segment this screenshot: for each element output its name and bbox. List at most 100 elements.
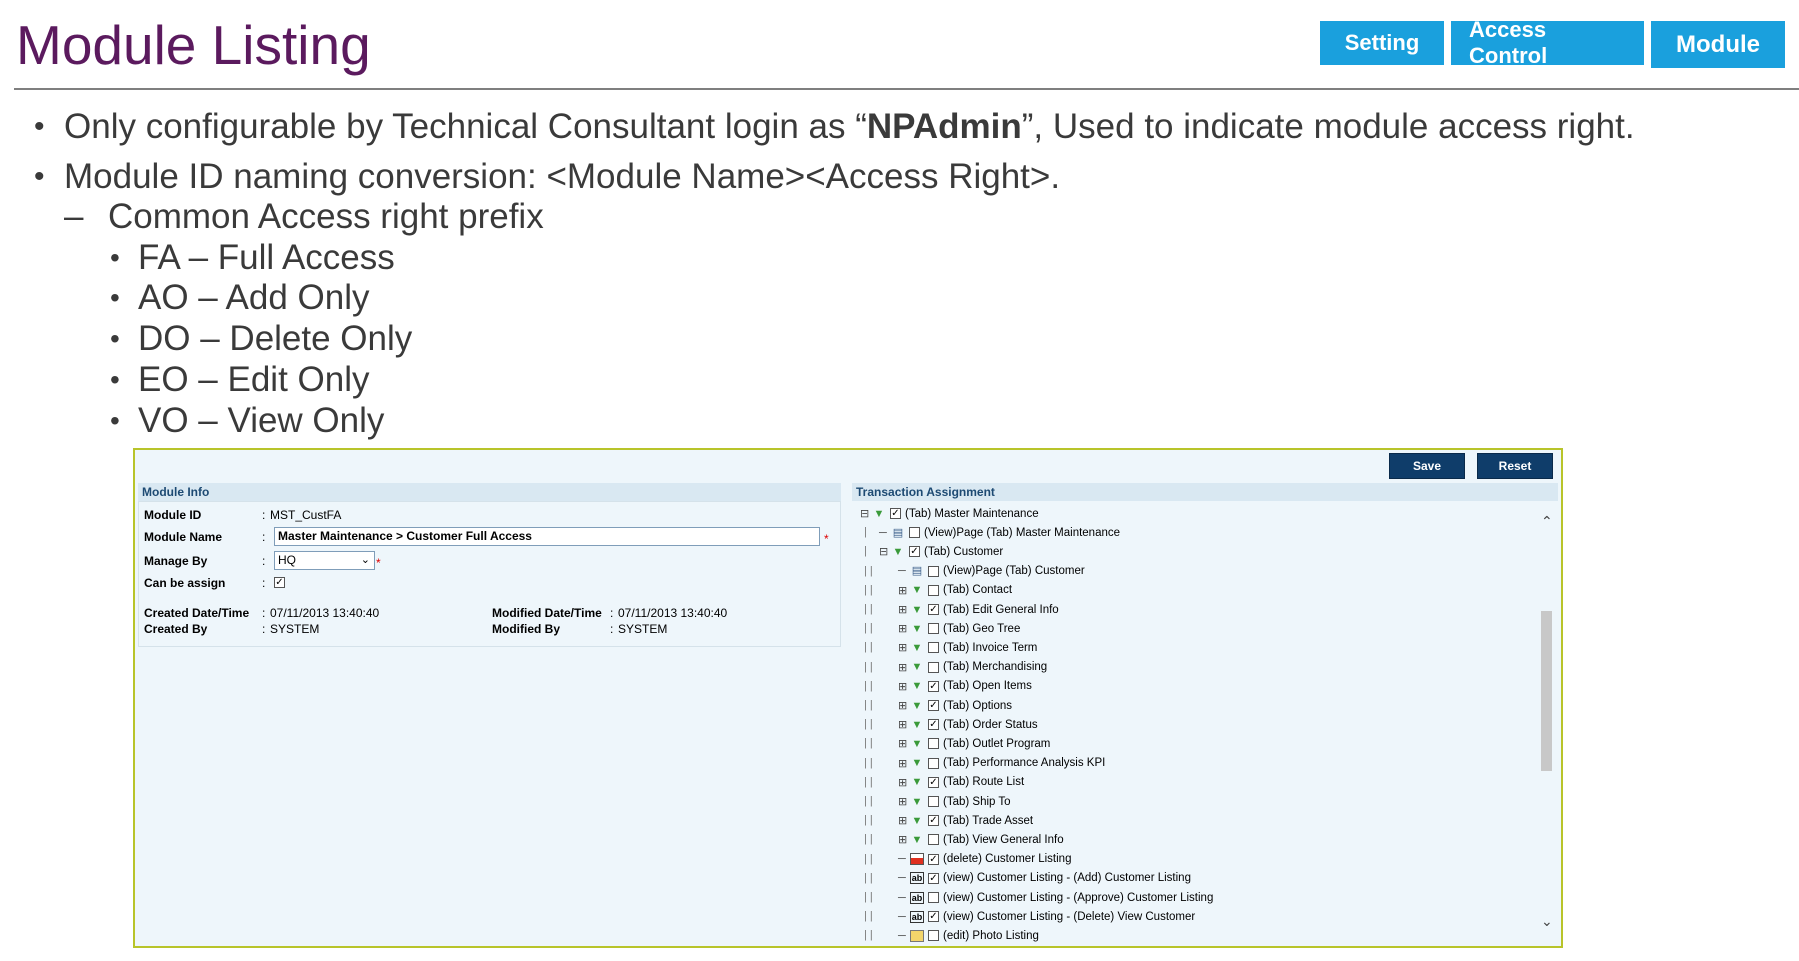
tree-node[interactable]: ⊞ ▼ ✓ (Tab) Route List bbox=[898, 773, 1024, 792]
tree-node[interactable]: ⊟ ▼ ✓ (Tab) Customer bbox=[879, 542, 1003, 561]
module-name-input[interactable]: Master Maintenance > Customer Full Acces… bbox=[274, 527, 820, 546]
node-checkbox[interactable] bbox=[928, 796, 939, 807]
can-be-assign-checkbox[interactable]: ✓ bbox=[274, 577, 285, 588]
expand-toggle-icon[interactable]: ⊞ bbox=[898, 814, 908, 827]
modified-date-label: Modified Date/Time bbox=[492, 606, 602, 620]
tree-guide-line: | | bbox=[864, 871, 873, 884]
module-screen: Save Reset Module Info Transaction Assig… bbox=[133, 448, 1563, 948]
tree-line-icon: ─ bbox=[898, 929, 906, 942]
expand-toggle-icon[interactable]: ⊞ bbox=[898, 622, 908, 635]
tree-node[interactable]: ─ ▤ (View)Page (Tab) Customer bbox=[898, 562, 1085, 581]
tree-node[interactable]: ⊞ ▼ (Tab) View General Info bbox=[898, 830, 1064, 849]
tree-scrollbar[interactable]: ⌃ ⌄ bbox=[1537, 501, 1557, 945]
expand-toggle-icon[interactable]: ⊞ bbox=[898, 603, 908, 616]
node-checkbox[interactable] bbox=[928, 757, 939, 769]
tree-line-icon: ─ bbox=[898, 872, 906, 885]
tab-icon: ▼ bbox=[911, 795, 923, 808]
node-checkbox[interactable] bbox=[928, 834, 939, 846]
node-checkbox[interactable]: ✓ bbox=[928, 872, 939, 884]
save-button[interactable]: Save bbox=[1389, 453, 1465, 479]
tab-icon: ▼ bbox=[911, 661, 923, 674]
node-checkbox[interactable] bbox=[909, 527, 920, 539]
manage-by-select[interactable]: HQ ⌄ bbox=[274, 551, 375, 570]
tree-node[interactable]: ⊟ ▼ ✓ (Tab) Master Maintenance bbox=[860, 504, 1039, 523]
tree-guide-line: | | bbox=[864, 641, 873, 654]
node-checkbox[interactable]: ✓ bbox=[890, 508, 901, 519]
tab-icon: ▼ bbox=[911, 737, 923, 750]
tree-node[interactable]: ─ ✓ (delete) Customer Listing bbox=[898, 850, 1071, 869]
tree-guide-line: | bbox=[864, 526, 867, 539]
tree-node[interactable]: ⊞ ▼ ✓ (Tab) Edit General Info bbox=[898, 600, 1059, 619]
node-checkbox[interactable] bbox=[928, 738, 939, 750]
sub-bullet-item: – Common Access right prefix bbox=[64, 197, 544, 236]
node-label: (Tab) Customer bbox=[924, 545, 1004, 558]
expand-toggle-icon[interactable]: ⊞ bbox=[898, 718, 908, 731]
node-label: (view) Customer Listing - (Approve) Cust… bbox=[943, 891, 1214, 904]
tab-access-control[interactable]: Access Control bbox=[1451, 17, 1644, 68]
tree-node[interactable]: ⊞ ▼ (Tab) Geo Tree bbox=[898, 619, 1020, 638]
scrollbar-thumb[interactable] bbox=[1541, 611, 1552, 771]
modified-date-value: 07/11/2013 13:40:40 bbox=[618, 606, 728, 620]
tab-setting[interactable]: Setting bbox=[1320, 21, 1444, 65]
tree-node[interactable]: ⊞ ▼ ✓ (Tab) Trade Asset bbox=[898, 811, 1033, 830]
node-checkbox[interactable]: ✓ bbox=[928, 700, 939, 711]
expand-toggle-icon[interactable]: ⊞ bbox=[898, 757, 908, 770]
tree-node[interactable]: ⊞ ▼ ✓ (Tab) Options bbox=[898, 696, 1012, 715]
expand-toggle-icon[interactable]: ⊞ bbox=[898, 680, 908, 693]
tree-node[interactable]: ⊞ ▼ (Tab) Invoice Term bbox=[898, 638, 1037, 657]
node-label: (view) Customer Listing - (Add) Customer… bbox=[943, 872, 1191, 885]
expand-toggle-icon[interactable]: ⊞ bbox=[898, 776, 908, 789]
module-info-panel: Module ID : MST_CustFA Module Name : Mas… bbox=[138, 501, 841, 647]
node-checkbox[interactable]: ✓ bbox=[928, 911, 939, 923]
node-checkbox[interactable] bbox=[928, 892, 939, 903]
node-checkbox[interactable] bbox=[928, 661, 939, 673]
node-checkbox[interactable] bbox=[928, 584, 939, 596]
expand-toggle-icon[interactable]: ⊞ bbox=[898, 737, 908, 750]
expand-toggle-icon[interactable]: ⊞ bbox=[898, 584, 908, 597]
tree-guide-line: | | bbox=[864, 852, 873, 865]
node-checkbox[interactable]: ✓ bbox=[909, 546, 920, 558]
tree-node[interactable]: ─ (edit) Photo Listing bbox=[898, 926, 1039, 945]
node-checkbox[interactable]: ✓ bbox=[928, 815, 939, 827]
node-checkbox[interactable]: ✓ bbox=[928, 604, 939, 615]
node-checkbox[interactable] bbox=[928, 623, 939, 635]
expand-toggle-icon[interactable]: ⊞ bbox=[898, 833, 908, 846]
node-checkbox[interactable]: ✓ bbox=[928, 719, 939, 731]
chevron-up-icon[interactable]: ⌃ bbox=[1541, 513, 1553, 530]
tree-node[interactable]: ⊞ ▼ (Tab) Contact bbox=[898, 581, 1012, 600]
tab-icon: ▼ bbox=[873, 507, 885, 520]
breadcrumb-tabs: Setting Access Control Module bbox=[1320, 17, 1785, 68]
tree-node[interactable]: ─ ab (view) Customer Listing - (Approve) C… bbox=[898, 888, 1213, 907]
reset-button[interactable]: Reset bbox=[1477, 453, 1553, 479]
tab-icon: ▼ bbox=[911, 814, 923, 827]
node-label: (Tab) View General Info bbox=[943, 833, 1064, 846]
node-label: (view) Customer Listing - (Delete) View … bbox=[943, 910, 1196, 923]
chevron-down-icon[interactable]: ⌄ bbox=[1541, 913, 1553, 930]
expand-toggle-icon[interactable]: ⊞ bbox=[898, 795, 908, 808]
module-id-label: Module ID bbox=[144, 508, 202, 522]
tree-node[interactable]: ─ ▤ (View)Page (Tab) Master Maintenance bbox=[879, 523, 1120, 542]
node-checkbox[interactable] bbox=[928, 642, 939, 654]
tree-node[interactable]: ⊞ ▼ ✓ (Tab) Open Items bbox=[898, 677, 1032, 696]
expand-toggle-icon[interactable]: ⊟ bbox=[879, 545, 889, 558]
expand-toggle-icon[interactable]: ⊞ bbox=[898, 661, 908, 674]
tree-node[interactable]: ⊞ ▼ (Tab) Merchandising bbox=[898, 658, 1047, 677]
node-checkbox[interactable]: ✓ bbox=[928, 776, 939, 788]
node-checkbox[interactable]: ✓ bbox=[928, 680, 939, 692]
node-checkbox[interactable] bbox=[928, 565, 939, 577]
tree-node[interactable]: ─ ab ✓ (view) Customer Listing - (Add) Cust… bbox=[898, 869, 1191, 888]
tab-icon: ▼ bbox=[911, 680, 923, 693]
expand-toggle-icon[interactable]: ⊞ bbox=[898, 699, 908, 712]
expand-toggle-icon[interactable]: ⊟ bbox=[860, 507, 870, 520]
node-checkbox[interactable] bbox=[928, 930, 939, 942]
tree-guide-line: | bbox=[864, 545, 867, 558]
tree-node[interactable]: ─ ab ✓ (view) Customer Listing - (Delete) V… bbox=[898, 907, 1195, 926]
expand-toggle-icon[interactable]: ⊞ bbox=[898, 641, 908, 654]
tree-node[interactable]: ⊞ ▼ (Tab) Outlet Program bbox=[898, 734, 1050, 753]
tab-module[interactable]: Module bbox=[1651, 21, 1785, 68]
tree-node[interactable]: ⊞ ▼ ✓ (Tab) Order Status bbox=[898, 715, 1038, 734]
tree-node[interactable]: ⊞ ▼ (Tab) Ship To bbox=[898, 792, 1011, 811]
prefix-item: • EO – Edit Only bbox=[110, 360, 370, 399]
node-checkbox[interactable]: ✓ bbox=[928, 853, 939, 865]
tree-node[interactable]: ⊞ ▼ (Tab) Performance Analysis KPI bbox=[898, 754, 1105, 773]
